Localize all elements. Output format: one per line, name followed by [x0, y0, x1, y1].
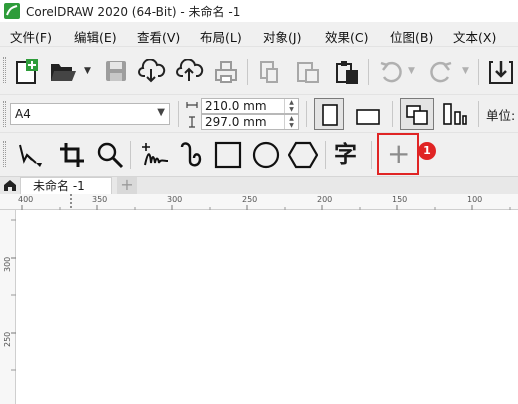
menu-bitmaps[interactable]: 位图(B) [390, 27, 433, 46]
page-height-value: 297.0 mm [205, 115, 267, 129]
annotation-highlight [377, 133, 419, 175]
toolbar-separator [478, 101, 479, 127]
all-pages-icon [406, 105, 428, 125]
home-tab[interactable] [0, 177, 20, 194]
rectangle-tool-icon[interactable] [214, 141, 242, 169]
document-tab[interactable]: 未命名 -1 [20, 177, 112, 194]
redo-dropdown-icon[interactable]: ▼ [462, 66, 469, 76]
toolbar-separator [247, 59, 248, 85]
menu-bar: 文件(F) 编辑(E) 查看(V) 布局(L) 对象(J) 效果(C) 位图(B… [0, 22, 518, 46]
toolbar-separator [392, 101, 393, 127]
page-width-field[interactable]: 210.0 mm ▲ ▼ [201, 98, 299, 114]
chevron-down-icon: ▼ [157, 107, 165, 118]
vertical-ruler-label: 250 [3, 331, 12, 347]
zoom-tool-icon[interactable] [96, 141, 124, 169]
ruler-label: 300 [167, 195, 183, 204]
crop-tool-icon[interactable] [58, 141, 86, 169]
all-pages-button[interactable] [400, 98, 434, 130]
landscape-page-icon [356, 109, 380, 125]
current-page-icon[interactable] [442, 102, 468, 126]
menu-layout[interactable]: 布局(L) [200, 27, 242, 46]
print-icon[interactable] [214, 60, 238, 84]
open-dropdown-icon[interactable]: ▼ [84, 66, 91, 76]
document-tabbar: 未命名 -1 + [0, 176, 518, 194]
standard-toolbar: ▼ ▼ ▼ [0, 46, 518, 94]
ruler-label: 250 [242, 195, 258, 204]
horizontal-ruler[interactable]: 400 350 300 250 200 150 100 [0, 194, 518, 210]
undo-dropdown-icon[interactable]: ▼ [408, 66, 415, 76]
ruler-label: 100 [467, 195, 483, 204]
toolbox-separator [130, 141, 131, 169]
height-stepper[interactable]: ▲ ▼ [284, 115, 298, 129]
menu-object[interactable]: 对象(J) [263, 27, 301, 46]
ruler-label: 150 [392, 195, 408, 204]
redo-icon[interactable] [426, 61, 454, 83]
vertical-ruler[interactable]: 300 250 [0, 210, 16, 404]
copy-icon[interactable] [258, 60, 280, 84]
annotation-badge: 1 [418, 142, 436, 160]
menu-text[interactable]: 文本(X) [453, 27, 496, 46]
vertical-ruler-label: 300 [3, 256, 12, 272]
save-icon[interactable] [105, 60, 127, 82]
home-icon [4, 180, 16, 191]
new-document-icon[interactable] [14, 59, 40, 85]
toolbar-separator [178, 101, 179, 127]
ruler-label: 200 [317, 195, 333, 204]
page-width-value: 210.0 mm [205, 99, 267, 113]
ruler-label: 400 [18, 195, 34, 204]
menu-effects[interactable]: 效果(C) [325, 27, 368, 46]
cloud-download-icon[interactable] [138, 59, 166, 83]
vertical-ruler-ticks [11, 219, 16, 371]
menu-view[interactable]: 查看(V) [137, 27, 180, 46]
ruler-label: 350 [92, 195, 108, 204]
clipboard-icon[interactable] [334, 59, 360, 85]
portrait-button[interactable] [314, 98, 344, 130]
landscape-button[interactable] [350, 98, 384, 130]
polygon-tool-icon[interactable] [288, 141, 318, 169]
toolbox-separator [371, 141, 372, 169]
undo-icon[interactable] [378, 61, 406, 83]
toolbox-separator [325, 141, 326, 169]
page-size-value: A4 [15, 107, 31, 121]
new-tab-button[interactable]: + [117, 177, 137, 194]
coreldraw-app-icon [4, 3, 20, 19]
width-stepper[interactable]: ▲ ▼ [284, 99, 298, 113]
page-height-field[interactable]: 297.0 mm ▲ ▼ [201, 114, 299, 130]
toolbar-grip[interactable] [3, 57, 6, 83]
width-icon [186, 102, 198, 108]
portrait-page-icon [322, 104, 338, 126]
height-icon [189, 116, 195, 128]
toolbar-separator [306, 101, 307, 127]
ruler-ticks [21, 194, 511, 210]
import-icon[interactable] [488, 59, 514, 85]
text-tool-icon[interactable]: 字 [334, 142, 357, 168]
open-folder-icon[interactable] [50, 61, 78, 83]
cloud-upload-icon[interactable] [176, 59, 204, 83]
menu-edit[interactable]: 编辑(E) [74, 27, 117, 46]
pick-tool-icon[interactable] [16, 141, 44, 169]
drawing-canvas[interactable] [17, 211, 518, 404]
menu-file[interactable]: 文件(F) [10, 27, 52, 46]
property-bar: A4 ▼ 210.0 mm ▲ ▼ 297.0 mm ▲ ▼ 单位: [0, 94, 518, 132]
title-bar: CorelDRAW 2020 (64-Bit) - 未命名 -1 [0, 0, 518, 22]
page-size-select[interactable]: A4 ▼ [10, 103, 170, 125]
toolbar-separator [368, 59, 369, 85]
window-title: CorelDRAW 2020 (64-Bit) - 未命名 -1 [26, 4, 241, 19]
paste-icon[interactable] [296, 60, 320, 84]
property-bar-grip[interactable] [3, 101, 6, 127]
units-label: 单位: [486, 108, 516, 123]
freehand-tool-icon[interactable] [140, 141, 170, 169]
toolbar-separator [478, 59, 479, 85]
artistic-media-icon[interactable] [178, 141, 206, 169]
ellipse-tool-icon[interactable] [252, 141, 280, 169]
toolbox: 字 + [0, 132, 518, 176]
toolbox-grip[interactable] [3, 141, 6, 167]
